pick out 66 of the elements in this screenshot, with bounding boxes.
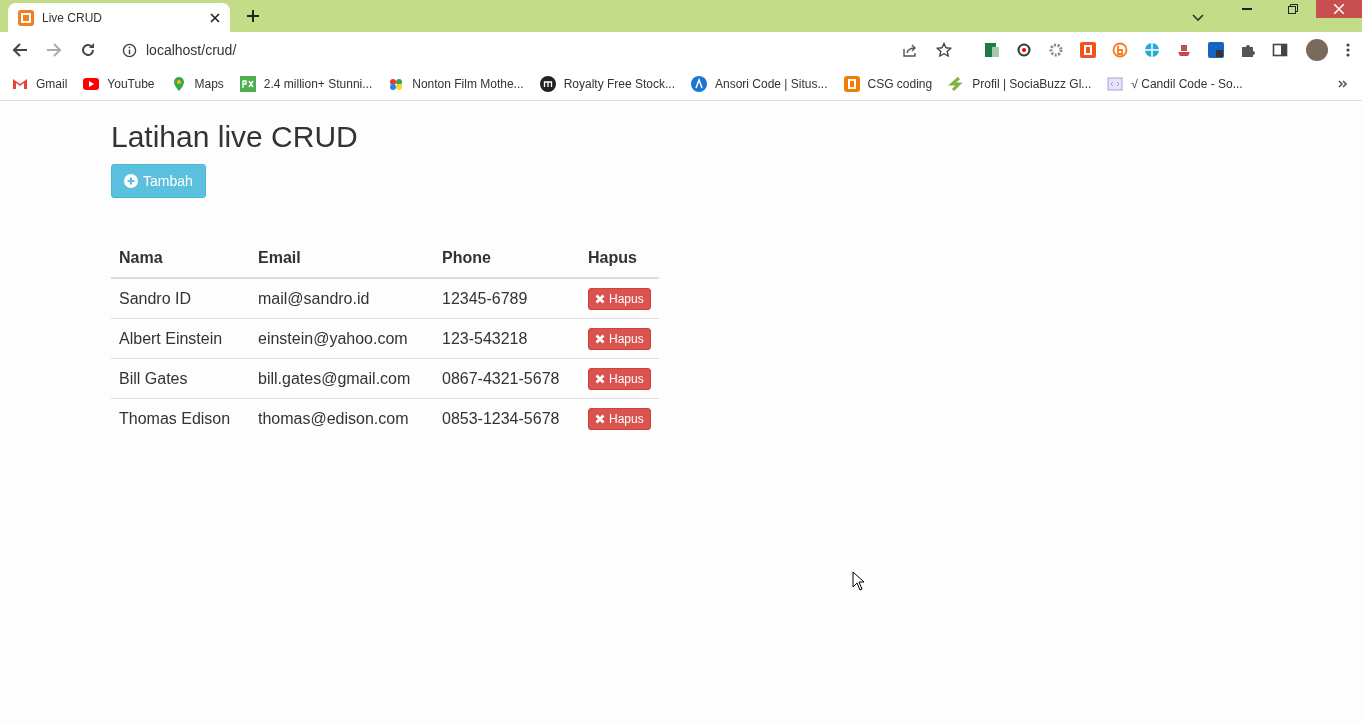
table-cell: 0867-4321-5678 [442, 369, 560, 387]
table-cell: Bill Gates [119, 369, 188, 387]
delete-button[interactable]: Hapus [588, 327, 651, 350]
column-header: Nama [111, 238, 250, 278]
bookmark-item[interactable]: Maps [170, 76, 224, 92]
page-title: Latihan live CRUD [111, 119, 359, 155]
bookmark-item[interactable]: 2.4 million+ Stunni... [239, 76, 373, 92]
info-icon[interactable] [122, 42, 137, 58]
table-cell: Sandro ID [119, 289, 192, 307]
bookmark-item[interactable]: Ansori Code | Situs... [691, 76, 828, 92]
table-cell: thomas@edison.com [258, 409, 409, 427]
share-icon[interactable] [902, 42, 918, 58]
close-button[interactable] [1316, 0, 1362, 18]
side-panel-icon[interactable] [1272, 42, 1288, 58]
column-header: Email [250, 238, 434, 278]
reload-icon[interactable] [80, 42, 96, 58]
table-cell: 12345-6789 [442, 289, 528, 307]
table-cell: 123-543218 [442, 329, 528, 347]
pinwheel-icon [388, 76, 405, 92]
bookmark-item[interactable]: CSG coding [843, 76, 933, 92]
code-window-icon [1107, 76, 1124, 92]
table-cell: bill.gates@gmail.com [258, 369, 411, 387]
app-icon [18, 9, 34, 26]
close-icon [595, 373, 605, 384]
spreadsheet-icon[interactable] [984, 42, 1000, 58]
mouse-cursor-icon [852, 571, 865, 591]
chevron-down-icon[interactable] [1192, 14, 1204, 22]
table-cell: Thomas Edison [119, 409, 231, 427]
table-cell: Albert Einstein [119, 329, 223, 347]
restore-icon [1288, 4, 1298, 14]
browser-tab[interactable]: Live CRUD [8, 3, 230, 32]
bookmark-item[interactable]: √ Candil Code - So... [1107, 76, 1243, 92]
puzzle-icon[interactable] [1240, 42, 1256, 58]
bookmark-item[interactable]: Royalty Free Stock... [539, 76, 675, 92]
chevrons-right-icon[interactable] [1338, 79, 1348, 89]
table-cell: 0853-1234-5678 [442, 409, 560, 427]
bookmark-item[interactable]: Profil | SociaBuzz Gl... [948, 76, 1092, 92]
star-icon[interactable] [936, 42, 952, 58]
close-icon [595, 293, 605, 304]
new-tab-icon[interactable] [246, 9, 260, 23]
table-cell: mail@sandro.id [258, 289, 370, 307]
mail-icon [12, 76, 28, 92]
close-icon [595, 413, 605, 424]
column-header: Hapus [580, 238, 659, 278]
back-icon[interactable] [12, 42, 28, 58]
bookmark-item[interactable]: Nonton Film Mothe... [388, 76, 524, 92]
letter-m-circle-icon [539, 76, 556, 92]
bookmark-item[interactable]: YouTube [83, 76, 155, 92]
delete-button[interactable]: Hapus [588, 367, 651, 390]
bookmark-item[interactable]: Gmail [12, 76, 68, 92]
delete-button[interactable]: Hapus [588, 407, 651, 430]
close-icon [595, 333, 605, 344]
aperture-icon[interactable] [1144, 42, 1160, 58]
table-cell: einstein@yahoo.com [258, 329, 408, 347]
menu-icon[interactable] [1346, 43, 1350, 57]
column-header: Phone [434, 238, 580, 278]
play-icon [83, 76, 100, 92]
letter-b-circle-icon[interactable] [1112, 42, 1128, 58]
address-text[interactable]: localhost/crud/ [146, 42, 237, 58]
px-logo-icon [239, 76, 256, 92]
caret-circle-icon [691, 76, 707, 92]
close-icon [1334, 4, 1344, 14]
profile-avatar[interactable] [1306, 39, 1328, 61]
delete-button[interactable]: Hapus [588, 287, 651, 310]
close-tab-icon[interactable] [210, 12, 220, 23]
plus-circle-icon [124, 174, 138, 188]
